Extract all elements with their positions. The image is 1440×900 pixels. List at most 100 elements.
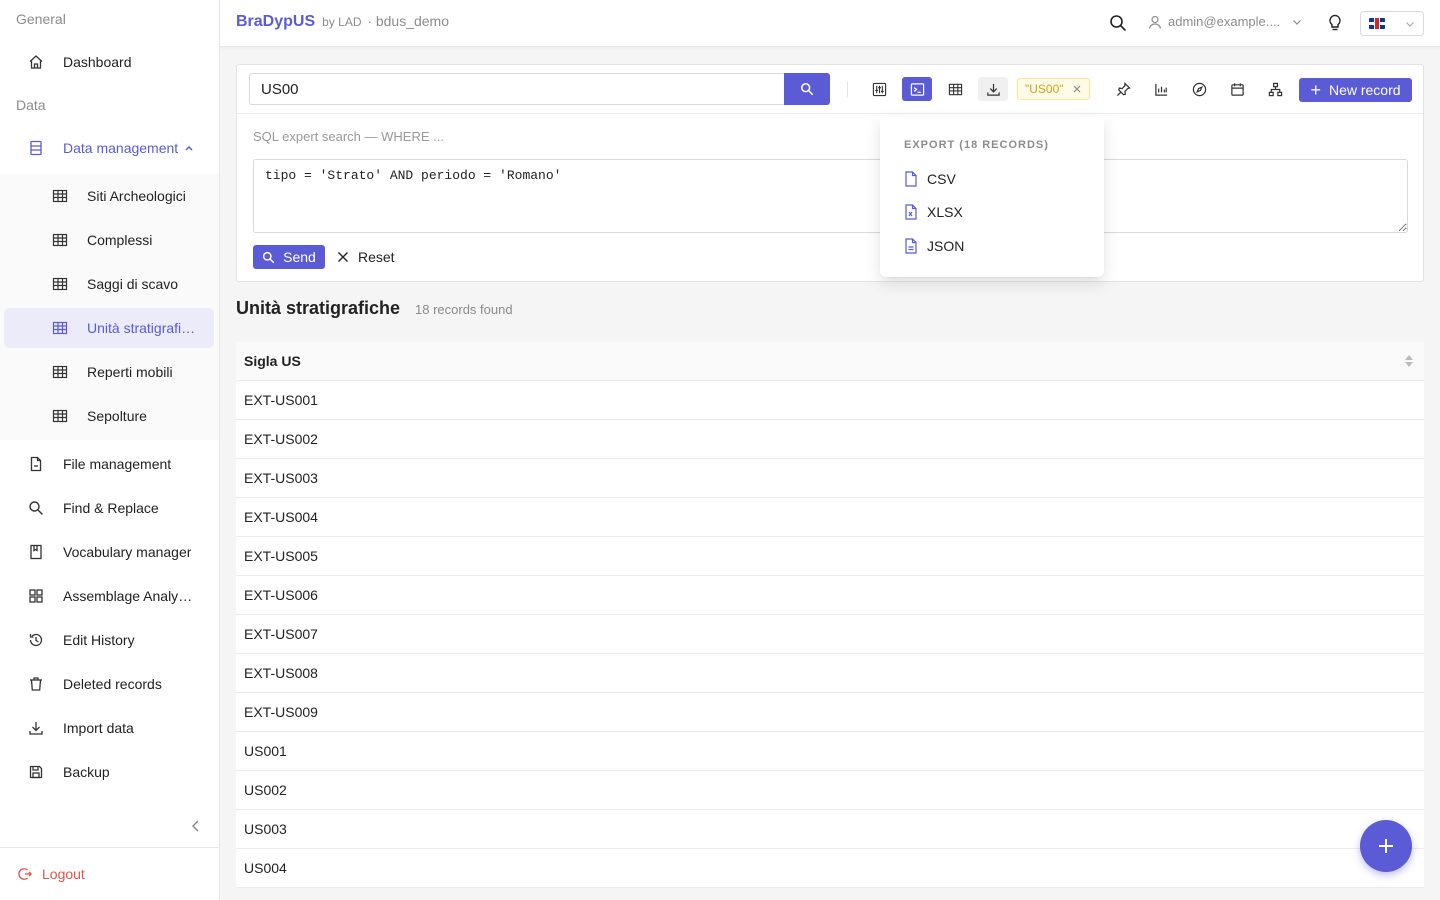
- table-row[interactable]: EXT-US009: [236, 693, 1424, 732]
- sidebar-item-deleted-records[interactable]: Deleted records: [0, 664, 219, 704]
- map-button[interactable]: [1184, 77, 1214, 101]
- add-record-fab[interactable]: [1360, 820, 1412, 872]
- app-name: bdus_demo: [375, 13, 450, 29]
- search-button[interactable]: [784, 73, 830, 105]
- table-icon: [52, 188, 68, 204]
- table-row[interactable]: EXT-US005: [236, 537, 1424, 576]
- export-csv[interactable]: CSV: [904, 169, 956, 189]
- cell-sigla-us: US003: [244, 821, 287, 837]
- table-row[interactable]: EXT-US006: [236, 576, 1424, 615]
- reset-label: Reset: [358, 249, 395, 265]
- sidebar-item-saggi-di-scavo[interactable]: Saggi di scavo: [4, 264, 214, 304]
- table-row[interactable]: EXT-US008: [236, 654, 1424, 693]
- logout-button[interactable]: Logout: [18, 864, 85, 884]
- calendar-icon: [1230, 82, 1244, 96]
- table-row[interactable]: US004: [236, 849, 1424, 888]
- sidebar-item-find-replace[interactable]: Find & Replace: [0, 488, 219, 528]
- table-row[interactable]: EXT-US003: [236, 459, 1424, 498]
- table-row[interactable]: EXT-US004: [236, 498, 1424, 537]
- sidebar-item-label: Assemblage Analysis: [63, 588, 193, 604]
- user-menu[interactable]: admin@example....: [1148, 14, 1302, 29]
- sql-search-button[interactable]: [902, 77, 932, 101]
- language-select[interactable]: [1360, 11, 1424, 36]
- search-icon: [28, 500, 44, 516]
- sidebar-item-label: Sepolture: [87, 408, 147, 424]
- menu-group-data: Data: [16, 97, 46, 113]
- search-card: "US00" + New record SQL expert search — …: [236, 64, 1424, 282]
- close-icon[interactable]: [1072, 84, 1082, 94]
- global-search-button[interactable]: [1109, 14, 1127, 32]
- results-table: Sigla US EXT-US001 EXT-US002 EXT-US003 E…: [236, 342, 1424, 888]
- column-header-sigla-us[interactable]: Sigla US: [236, 342, 1424, 381]
- sidebar-item-file-management[interactable]: File management: [0, 444, 219, 484]
- logout-label: Logout: [42, 866, 85, 882]
- export-button[interactable]: [978, 77, 1008, 101]
- sliders-icon: [872, 82, 886, 96]
- uk-flag-icon: [1369, 18, 1385, 29]
- sidebar-item-assemblage-analysis[interactable]: Assemblage Analysis: [0, 576, 219, 616]
- tips-button[interactable]: [1326, 14, 1344, 32]
- sidebar-item-label: Find & Replace: [63, 500, 159, 516]
- export-option-label: CSV: [927, 171, 956, 187]
- sidebar-item-reperti-mobili[interactable]: Reperti mobili: [4, 352, 214, 392]
- sidebar-item-unita-stratigrafiche[interactable]: Unità stratigrafiche: [4, 308, 214, 348]
- table-row[interactable]: US001: [236, 732, 1424, 771]
- brand-name: BraDypUS: [236, 13, 316, 30]
- search-icon: [800, 82, 814, 96]
- cell-sigla-us: EXT-US002: [244, 431, 318, 447]
- sidebar-item-complessi[interactable]: Complessi: [4, 220, 214, 260]
- sidebar-collapse-button[interactable]: [188, 818, 204, 834]
- plus-icon: +: [1310, 80, 1321, 100]
- download-icon: [986, 83, 1000, 96]
- sidebar-item-label: Unità stratigrafiche: [87, 320, 197, 336]
- table-row[interactable]: EXT-US002: [236, 420, 1424, 459]
- sidebar-item-label: Import data: [63, 720, 134, 736]
- brand[interactable]: BraDypUS by LAD · bdus_demo: [236, 13, 449, 31]
- search-input[interactable]: [249, 73, 785, 105]
- send-label: Send: [283, 249, 316, 265]
- sidebar-item-data-management[interactable]: Data management: [0, 128, 219, 168]
- export-option-label: JSON: [927, 238, 965, 254]
- database-icon: [28, 140, 44, 156]
- send-button[interactable]: Send: [253, 245, 325, 269]
- export-dropdown-title: EXPORT (18 RECORDS): [904, 139, 1049, 151]
- matrix-button[interactable]: [1260, 77, 1290, 101]
- sidebar-item-sepolture[interactable]: Sepolture: [4, 396, 214, 436]
- close-icon: [338, 252, 348, 262]
- sidebar-item-siti-archeologici[interactable]: Siti Archeologici: [4, 176, 214, 216]
- user-name: admin@example....: [1168, 14, 1281, 29]
- pin-button[interactable]: [1108, 77, 1138, 101]
- advanced-search-button[interactable]: [864, 77, 894, 101]
- reset-button[interactable]: Reset: [337, 245, 395, 269]
- table-row[interactable]: US002: [236, 771, 1424, 810]
- brand-separator: ·: [367, 14, 372, 29]
- table-row[interactable]: EXT-US007: [236, 615, 1424, 654]
- column-header-label: Sigla US: [244, 353, 301, 369]
- export-json[interactable]: JSON: [904, 236, 964, 256]
- sidebar-item-dashboard[interactable]: Dashboard: [0, 42, 219, 82]
- sidebar: General Dashboard Data Data management S…: [0, 0, 220, 900]
- export-xlsx[interactable]: XLSX: [904, 202, 963, 222]
- history-icon: [28, 632, 44, 648]
- sidebar-item-edit-history[interactable]: Edit History: [0, 620, 219, 660]
- save-icon: [28, 764, 44, 780]
- sort-icon[interactable]: [1404, 354, 1414, 368]
- table-row[interactable]: EXT-US001: [236, 381, 1424, 420]
- sidebar-item-import-data[interactable]: Import data: [0, 708, 219, 748]
- sidebar-item-label: Dashboard: [63, 54, 132, 70]
- sidebar-item-backup[interactable]: Backup: [0, 752, 219, 792]
- sql-query-input[interactable]: tipo = 'Strato' AND periodo = 'Romano': [253, 159, 1408, 233]
- new-record-button[interactable]: + New record: [1299, 78, 1412, 102]
- columns-button[interactable]: [940, 77, 970, 101]
- search-icon: [1110, 15, 1127, 32]
- chevron-left-icon: [192, 820, 199, 832]
- calendar-button[interactable]: [1222, 77, 1252, 101]
- table-icon: [52, 364, 68, 380]
- table-row[interactable]: US003: [236, 810, 1424, 849]
- chart-button[interactable]: [1146, 77, 1176, 101]
- home-icon: [28, 54, 44, 70]
- lightbulb-icon: [1329, 14, 1341, 31]
- sidebar-item-vocabulary-manager[interactable]: Vocabulary manager: [0, 532, 219, 572]
- menu-group-general: General: [16, 11, 66, 27]
- table-icon: [52, 232, 68, 248]
